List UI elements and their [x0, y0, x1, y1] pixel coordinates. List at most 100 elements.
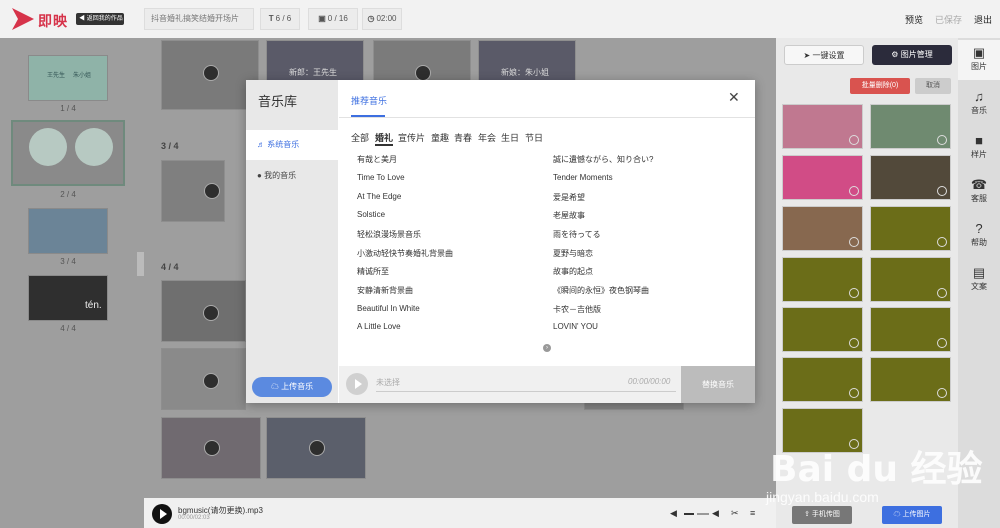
preview-button[interactable]: 预览 — [905, 13, 923, 26]
category-festival[interactable]: 节日 — [525, 131, 543, 144]
phone-upload-button[interactable]: ⇪ 手机传图 — [792, 506, 852, 524]
empty-image-tile[interactable] — [870, 307, 951, 352]
play-icon — [355, 379, 362, 389]
back-to-works-button[interactable]: ◀ 返回我的作品 — [76, 13, 124, 25]
upload-music-button[interactable]: ☁ 上传音乐 — [252, 377, 332, 397]
nav-system-music-label: 系统音乐 — [267, 140, 300, 149]
select-circle[interactable] — [937, 288, 947, 298]
select-circle[interactable] — [937, 186, 947, 196]
song-item[interactable]: 老屋故事 — [553, 210, 585, 221]
replace-music-button[interactable]: 替换音乐 — [681, 366, 755, 403]
song-item[interactable]: 有哉と美月 — [357, 154, 397, 165]
preview-progress[interactable] — [376, 391, 676, 392]
song-item[interactable]: 爱是希望 — [553, 192, 585, 203]
nav-my-music[interactable]: ● 我的音乐 — [246, 161, 338, 191]
song-item[interactable]: 轻松浪漫场景音乐 — [357, 229, 421, 240]
song-item[interactable]: 雨を待ってる — [553, 229, 601, 240]
category-annual-party[interactable]: 年会 — [478, 131, 496, 144]
tab-music[interactable]: ♫ 音乐 — [958, 90, 1000, 126]
tab-images[interactable]: ▣ 图片 — [958, 40, 1000, 80]
song-item[interactable]: Time To Love — [357, 173, 405, 182]
image-tile[interactable] — [782, 104, 863, 149]
photo-slot[interactable] — [161, 348, 246, 410]
song-item[interactable]: 卡农－吉他版 — [553, 304, 601, 315]
photo-slot[interactable] — [161, 417, 261, 479]
empty-image-tile[interactable] — [870, 257, 951, 302]
upload-image-button[interactable]: ☁ 上传图片 — [882, 506, 942, 524]
image-tile[interactable] — [870, 155, 951, 200]
photo-slot[interactable] — [161, 160, 225, 222]
category-kids[interactable]: 童趣 — [431, 131, 449, 144]
song-item[interactable]: A Little Love — [357, 322, 401, 331]
select-circle[interactable] — [849, 388, 859, 398]
tab-support-label: 客服 — [971, 194, 987, 203]
photo-slot[interactable] — [161, 280, 246, 342]
select-circle[interactable] — [937, 388, 947, 398]
tab-support[interactable]: ☎ 客服 — [958, 178, 1000, 214]
select-circle[interactable] — [849, 186, 859, 196]
select-circle[interactable] — [849, 237, 859, 247]
select-circle[interactable] — [849, 338, 859, 348]
tab-help[interactable]: ? 帮助 — [958, 222, 1000, 258]
song-item[interactable]: 故事的起点 — [553, 266, 593, 277]
collapse-panel-handle[interactable] — [137, 252, 144, 276]
category-all[interactable]: 全部 — [351, 131, 369, 144]
scissors-icon[interactable]: ✂ — [731, 508, 739, 519]
play-icon — [160, 509, 167, 519]
song-item[interactable]: 安静清新背景曲 — [357, 285, 413, 296]
tab-recommended-music[interactable]: 推荐音乐 — [351, 94, 387, 107]
image-management-button[interactable]: ⚙ 图片管理 — [872, 45, 952, 65]
select-circle[interactable] — [937, 237, 947, 247]
volume-slider[interactable] — [697, 513, 709, 515]
select-circle[interactable] — [849, 135, 859, 145]
tab-copywriting[interactable]: ▤ 文案 — [958, 266, 1000, 302]
category-promo[interactable]: 宣传片 — [398, 131, 425, 144]
song-item[interactable]: LOVIN' YOU — [553, 322, 598, 331]
photo-slot[interactable] — [266, 417, 366, 479]
project-title-input[interactable]: 抖音婚礼搞笑结婚开场片 — [144, 8, 254, 30]
empty-image-tile[interactable] — [870, 206, 951, 251]
page-thumb-4[interactable]: tén. — [28, 275, 108, 321]
select-circle[interactable] — [937, 338, 947, 348]
song-item[interactable]: 夏野与暗恋 — [553, 248, 593, 259]
tab-samples[interactable]: ■ 样片 — [958, 134, 1000, 170]
select-circle[interactable] — [937, 135, 947, 145]
song-item[interactable]: 誠に遺憾ながら、知り合い? — [553, 154, 653, 165]
nav-system-music[interactable]: ♬ 系统音乐 — [246, 130, 338, 160]
photo-slot[interactable] — [161, 40, 259, 110]
image-tile[interactable] — [870, 104, 951, 149]
song-item[interactable]: Beautiful In White — [357, 304, 420, 313]
category-youth[interactable]: 青春 — [454, 131, 472, 144]
image-tile[interactable] — [782, 155, 863, 200]
image-tile[interactable] — [782, 206, 863, 251]
empty-image-tile[interactable] — [782, 257, 863, 302]
empty-image-tile[interactable] — [870, 357, 951, 402]
song-item[interactable]: 小激动轻快节奏婚礼背景曲 — [357, 248, 453, 259]
volume-down-icon[interactable]: ◀ — [670, 508, 677, 519]
preview-play-button[interactable] — [346, 373, 368, 395]
song-item[interactable]: 精诚所至 — [357, 266, 389, 277]
category-wedding[interactable]: 婚礼 — [375, 131, 394, 146]
close-icon[interactable]: ✕ — [728, 89, 740, 106]
page-thumb-3[interactable] — [28, 208, 108, 254]
song-item[interactable]: Tender Moments — [553, 173, 613, 182]
category-birthday[interactable]: 生日 — [501, 131, 519, 144]
select-circle[interactable] — [849, 288, 859, 298]
chevron-right-icon[interactable]: › — [543, 344, 551, 352]
image-count: ▣ 0 / 16 — [308, 8, 358, 30]
play-button[interactable] — [152, 504, 172, 524]
menu-icon[interactable]: ≡ — [750, 508, 755, 518]
volume-up-icon[interactable]: ◀ — [712, 508, 719, 519]
batch-delete-button[interactable]: 批量删除(0) — [850, 78, 910, 94]
song-item[interactable]: 《瞬间的永恒》夜色钢琴曲 — [553, 285, 649, 296]
page-thumb-2[interactable] — [11, 120, 125, 186]
empty-image-tile[interactable] — [782, 307, 863, 352]
empty-image-tile[interactable] — [782, 357, 863, 402]
one-click-setup-button[interactable]: ➤ 一键设置 — [784, 45, 864, 65]
cancel-button[interactable]: 取消 — [915, 78, 951, 94]
volume-minus-icon[interactable] — [684, 513, 694, 515]
exit-button[interactable]: 退出 — [974, 13, 992, 26]
song-item[interactable]: Solstice — [357, 210, 385, 219]
page-thumb-1[interactable]: 王先生 朱小姐 — [28, 55, 108, 101]
song-item[interactable]: At The Edge — [357, 192, 401, 201]
